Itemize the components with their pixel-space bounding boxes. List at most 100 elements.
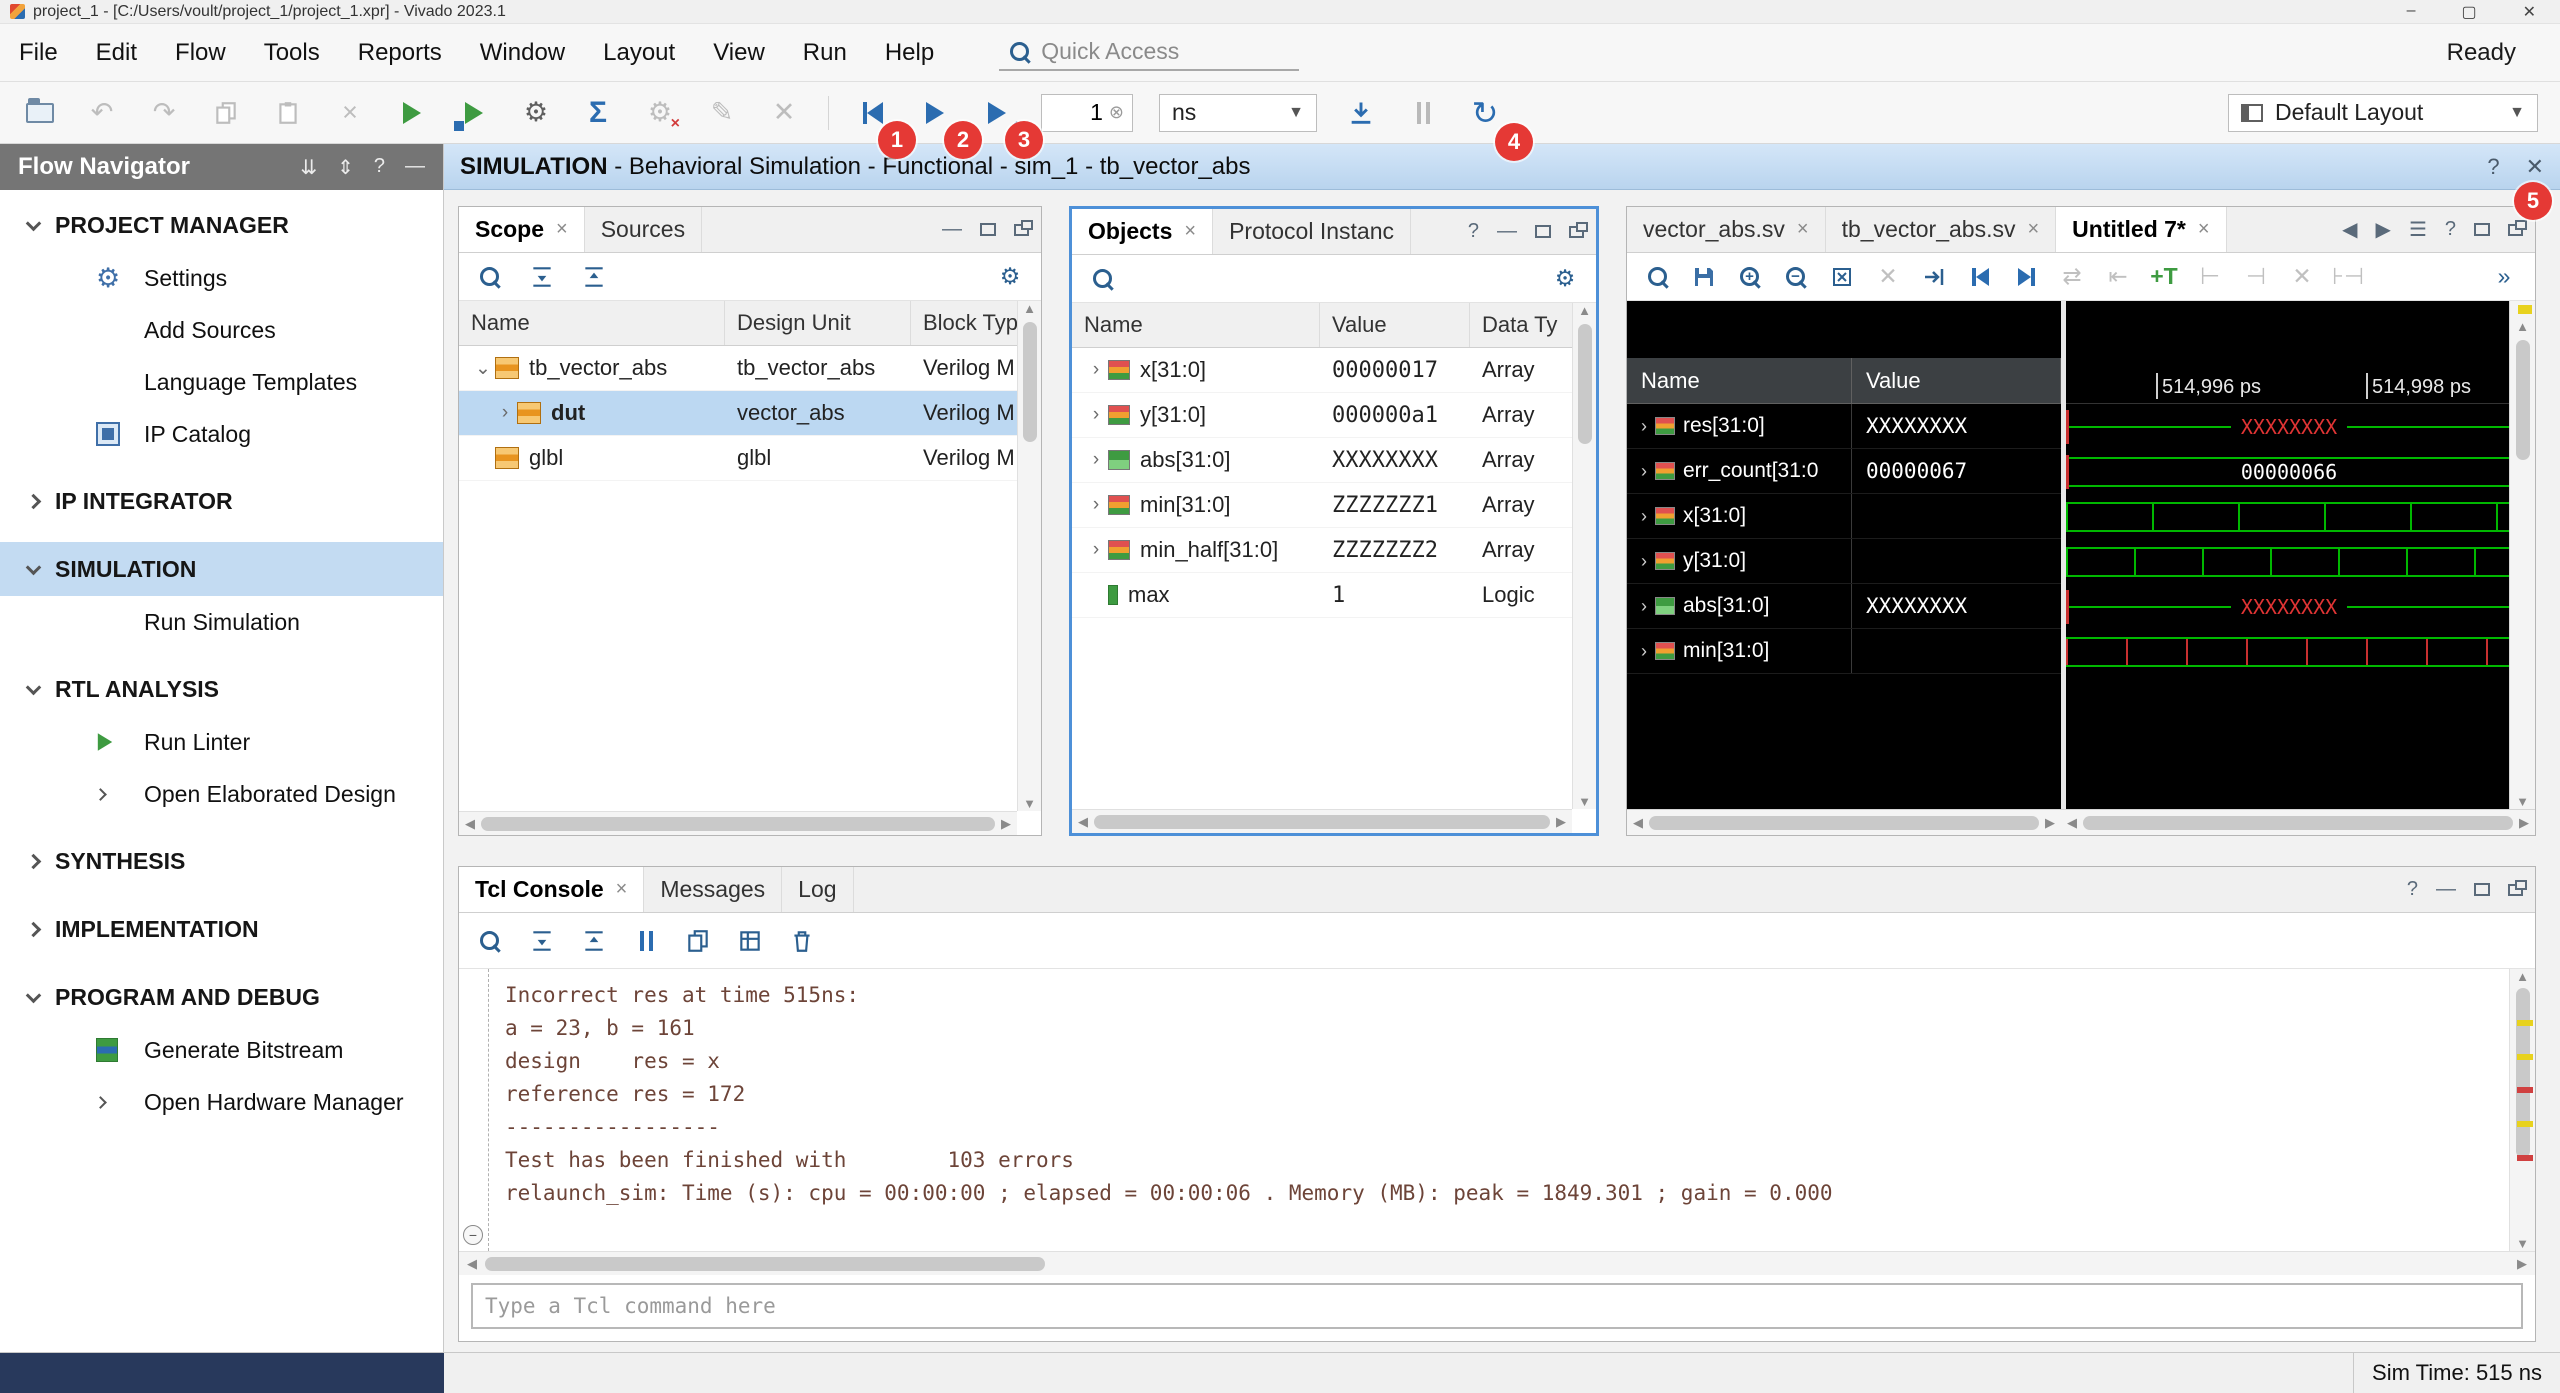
collapse-all-icon[interactable]: ⇊ bbox=[300, 155, 317, 180]
float-panel-icon[interactable] bbox=[2508, 224, 2523, 236]
search-icon[interactable] bbox=[475, 262, 505, 292]
close-icon[interactable]: × bbox=[1184, 220, 1196, 243]
sim-time-input[interactable] bbox=[1050, 99, 1103, 126]
console-vertical-scrollbar[interactable]: ▲▼ bbox=[2509, 969, 2535, 1251]
objects-horizontal-scrollbar[interactable]: ◀▶ bbox=[1072, 809, 1572, 833]
chevron-right-icon[interactable]: › bbox=[1084, 359, 1108, 381]
expand-all-icon[interactable] bbox=[579, 262, 609, 292]
scope-row-tb-vector-abs[interactable]: ⌄tb_vector_abs tb_vector_abs Verilog M bbox=[459, 346, 1041, 391]
help-icon[interactable]: ? bbox=[2445, 218, 2456, 241]
section-program-and-debug[interactable]: PROGRAM AND DEBUG bbox=[0, 970, 443, 1024]
wave-trace-abs[interactable]: XXXXXXXX bbox=[2066, 584, 2509, 629]
wave-column-value[interactable]: Value bbox=[1852, 358, 2061, 403]
chevron-right-icon[interactable]: › bbox=[1084, 494, 1108, 516]
sidebar-item-language-templates[interactable]: Language Templates bbox=[0, 356, 443, 408]
column-header-name[interactable]: Name bbox=[1072, 303, 1320, 347]
menu-flow[interactable]: Flow bbox=[156, 24, 245, 81]
maximize-panel-icon[interactable] bbox=[980, 223, 996, 236]
wave-trace-y[interactable] bbox=[2066, 539, 2509, 584]
chevron-right-icon[interactable]: › bbox=[1084, 449, 1108, 471]
zoom-in-icon[interactable] bbox=[1735, 262, 1765, 292]
chevron-down-icon[interactable]: ⌄ bbox=[471, 357, 495, 380]
zoom-out-icon[interactable] bbox=[1781, 262, 1811, 292]
tab-scroll-left-icon[interactable]: ◀ bbox=[2342, 217, 2357, 242]
run-flow-icon[interactable] bbox=[394, 95, 430, 131]
window-maximize-button[interactable]: ▢ bbox=[2461, 2, 2476, 22]
collapse-all-icon[interactable] bbox=[527, 926, 557, 956]
wave-trace-min[interactable] bbox=[2066, 629, 2509, 674]
zoom-fit-icon[interactable] bbox=[1827, 262, 1857, 292]
next-transition-icon[interactable] bbox=[2011, 262, 2041, 292]
chevron-right-icon[interactable]: › bbox=[1633, 551, 1655, 572]
search-icon[interactable] bbox=[1088, 264, 1118, 294]
objects-row-abs[interactable]: ›abs[31:0] XXXXXXXX Array bbox=[1072, 438, 1596, 483]
float-panel-icon[interactable] bbox=[1014, 224, 1029, 236]
quick-access-search[interactable]: Quick Access bbox=[999, 34, 1299, 71]
previous-transition-icon[interactable] bbox=[1965, 262, 1995, 292]
help-icon[interactable]: ? bbox=[2407, 878, 2418, 901]
tab-list-icon[interactable]: ☰ bbox=[2409, 217, 2427, 242]
expand-all-icon[interactable] bbox=[579, 926, 609, 956]
help-icon[interactable]: ? bbox=[374, 155, 385, 180]
maximize-panel-icon[interactable] bbox=[2474, 223, 2490, 236]
tab-objects[interactable]: Objects × bbox=[1072, 209, 1213, 254]
relaunch-sim-icon[interactable]: ↻ bbox=[1467, 95, 1503, 131]
clear-console-icon[interactable] bbox=[787, 926, 817, 956]
sidebar-item-run-simulation[interactable]: Run Simulation bbox=[0, 596, 443, 648]
sidebar-item-open-elaborated-design[interactable]: Open Elaborated Design bbox=[0, 768, 443, 820]
search-icon[interactable] bbox=[1643, 262, 1673, 292]
objects-row-x[interactable]: ›x[31:0] 00000017 Array bbox=[1072, 348, 1596, 393]
menu-view[interactable]: View bbox=[694, 24, 784, 81]
chevron-right-icon[interactable]: › bbox=[1633, 461, 1655, 482]
close-simulation-icon[interactable]: ✕ bbox=[2526, 154, 2544, 180]
report-sum-icon[interactable]: Σ bbox=[580, 95, 616, 131]
menu-reports[interactable]: Reports bbox=[339, 24, 461, 81]
menu-edit[interactable]: Edit bbox=[77, 24, 156, 81]
close-icon[interactable]: × bbox=[2198, 218, 2210, 241]
chevron-right-icon[interactable]: › bbox=[1633, 416, 1655, 437]
window-minimize-button[interactable]: – bbox=[2407, 2, 2416, 22]
panel-settings-gear-icon[interactable]: ⚙ bbox=[1550, 264, 1580, 294]
chevron-right-icon[interactable]: › bbox=[493, 402, 517, 424]
wave-column-name[interactable]: Name bbox=[1627, 358, 1852, 403]
open-project-icon[interactable] bbox=[22, 95, 58, 131]
run-for-time-icon[interactable]: t bbox=[979, 95, 1015, 131]
menu-help[interactable]: Help bbox=[866, 24, 953, 81]
objects-row-min[interactable]: ›min[31:0] ZZZZZZZ1 Array bbox=[1072, 483, 1596, 528]
go-to-time-icon[interactable] bbox=[1919, 262, 1949, 292]
wave-signal-y[interactable]: ›y[31:0] bbox=[1627, 539, 2061, 584]
clear-input-icon[interactable]: ⊗ bbox=[1109, 102, 1124, 123]
tab-tb-vector-abs-sv[interactable]: tb_vector_abs.sv × bbox=[1826, 207, 2057, 252]
minimize-panel-icon[interactable]: — bbox=[1497, 220, 1517, 243]
menu-file[interactable]: File bbox=[0, 24, 77, 81]
step-flow-icon[interactable] bbox=[456, 95, 492, 131]
settings-gear-icon[interactable]: ⚙ bbox=[518, 95, 554, 131]
chevron-right-icon[interactable]: › bbox=[1633, 641, 1655, 662]
undo-icon[interactable]: ↶ bbox=[84, 95, 120, 131]
close-icon[interactable]: × bbox=[556, 218, 568, 241]
tab-log[interactable]: Log bbox=[782, 867, 853, 912]
collapse-all-icon[interactable] bbox=[527, 262, 557, 292]
sidebar-item-ip-catalog[interactable]: IP Catalog bbox=[0, 408, 443, 460]
tab-messages[interactable]: Messages bbox=[644, 867, 782, 912]
tab-scope[interactable]: Scope × bbox=[459, 207, 585, 252]
paste-icon[interactable] bbox=[270, 95, 306, 131]
layout-select[interactable]: Default Layout ▼ bbox=[2228, 94, 2538, 132]
console-horizontal-scrollbar[interactable]: ◀▶ bbox=[459, 1251, 2535, 1275]
console-output[interactable]: Incorrect res at time 515ns: a = 23, b =… bbox=[489, 969, 2509, 1251]
wave-trace-err-count[interactable]: 00000066 bbox=[2066, 449, 2509, 494]
chevron-right-icon[interactable]: › bbox=[1084, 404, 1108, 426]
time-unit-select[interactable]: ns ▼ bbox=[1159, 94, 1317, 132]
report-icon[interactable] bbox=[735, 926, 765, 956]
column-header-name[interactable]: Name bbox=[459, 301, 725, 345]
close-icon[interactable]: × bbox=[616, 878, 628, 901]
sidebar-item-open-hardware-manager[interactable]: Open Hardware Manager bbox=[0, 1076, 443, 1128]
float-panel-icon[interactable] bbox=[1569, 226, 1584, 238]
wave-signal-min[interactable]: ›min[31:0] bbox=[1627, 629, 2061, 674]
minimize-panel-icon[interactable]: — bbox=[405, 155, 425, 180]
delete-marker-icon[interactable]: ✕ bbox=[2287, 262, 2317, 292]
more-tools-icon[interactable]: » bbox=[2489, 262, 2519, 292]
float-panel-icon[interactable] bbox=[2508, 884, 2523, 896]
objects-row-max[interactable]: max 1 Logic bbox=[1072, 573, 1596, 618]
chevron-right-icon[interactable]: › bbox=[1633, 596, 1655, 617]
